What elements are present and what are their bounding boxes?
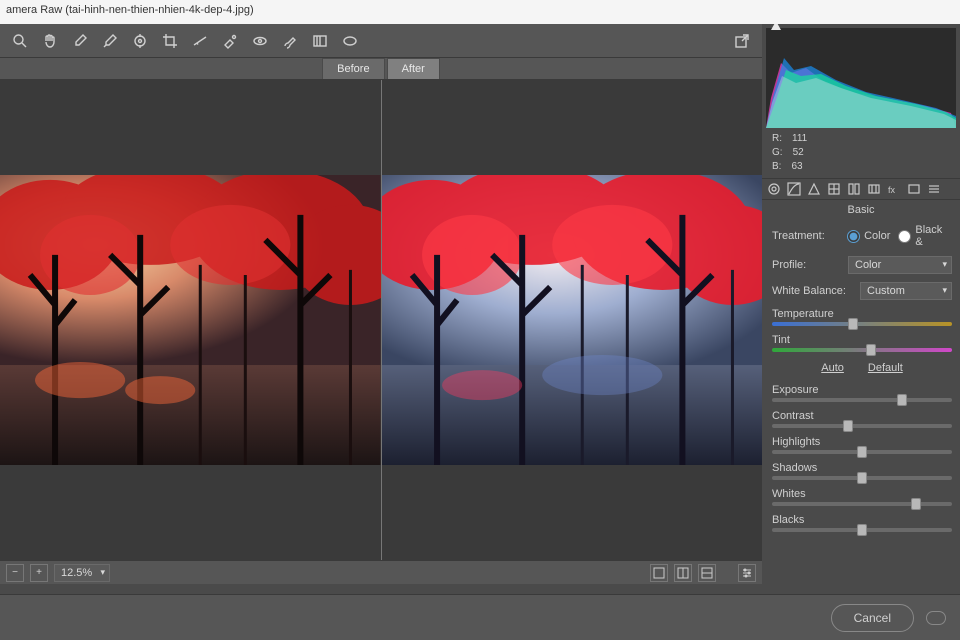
curve-tab-icon[interactable] [786,181,802,197]
done-button[interactable] [926,611,946,625]
auto-link[interactable]: Auto [821,362,844,374]
highlights-slider[interactable]: Highlights [772,436,952,454]
toolbar [0,24,762,58]
view-split-h-icon[interactable] [674,564,692,582]
treatment-bw-radio[interactable]: Black & [898,224,952,248]
lens-tab-icon[interactable] [866,181,882,197]
wb-select[interactable]: Custom [860,282,952,300]
default-link[interactable]: Default [868,362,903,374]
preview-before[interactable] [0,80,381,560]
detail-tab-icon[interactable] [806,181,822,197]
compare-tabs: Before After [0,58,762,80]
rgb-g: 52 [793,146,804,160]
presets-tab-icon[interactable] [926,181,942,197]
title-bar: amera Raw (tai-hinh-nen-thien-nhien-4k-d… [0,0,960,24]
dialog-footer: Cancel [0,594,960,640]
straighten-icon[interactable] [186,27,214,55]
zoom-select[interactable]: 12.5% [54,564,110,582]
panel-title: Basic [762,200,960,220]
profile-select[interactable]: Color [848,256,952,274]
settings-icon[interactable] [738,564,756,582]
profile-row: Profile: Color [772,256,952,274]
temperature-slider[interactable]: Temperature [772,308,952,326]
viewer-footer: − + 12.5% [0,560,762,584]
shadows-slider[interactable]: Shadows [772,462,952,480]
before-tab[interactable]: Before [322,58,384,79]
treatment-color-radio[interactable]: Color [847,230,890,243]
after-image [382,175,763,465]
contrast-slider[interactable]: Contrast [772,410,952,428]
whitebalance-row: White Balance: Custom [772,282,952,300]
hsl-tab-icon[interactable] [826,181,842,197]
crop-tool-icon[interactable] [156,27,184,55]
zoom-out-icon[interactable]: − [6,564,24,582]
after-tab[interactable]: After [387,58,440,79]
tint-slider[interactable]: Tint [772,334,952,352]
preview-split [0,80,762,560]
spot-removal-icon[interactable] [216,27,244,55]
view-single-icon[interactable] [650,564,668,582]
export-icon[interactable] [728,27,756,55]
exposure-slider[interactable]: Exposure [772,384,952,402]
panel-tab-strip: fx [762,178,960,200]
rgb-readout: R:111 G:52 B:63 [762,128,960,178]
sampler-icon[interactable] [96,27,124,55]
zoom-in-icon[interactable]: + [30,564,48,582]
eyedropper-icon[interactable] [66,27,94,55]
viewer-area: Before After [0,24,762,584]
fx-tab-icon[interactable]: fx [886,181,902,197]
basic-panel: Treatment: Color Black & Profile: Color … [762,220,960,584]
blacks-slider[interactable]: Blacks [772,514,952,532]
histogram[interactable] [766,28,956,128]
preview-after[interactable] [381,80,763,560]
side-panel: R:111 G:52 B:63 fx Basic Treatment: Colo… [762,24,960,584]
rgb-r: 111 [792,132,807,146]
treatment-row: Treatment: Color Black & [772,224,952,248]
calib-tab-icon[interactable] [906,181,922,197]
view-split-v-icon[interactable] [698,564,716,582]
cancel-button[interactable]: Cancel [831,604,914,632]
whites-slider[interactable]: Whites [772,488,952,506]
rgb-b: 63 [791,160,802,174]
brush-icon[interactable] [276,27,304,55]
target-adjust-icon[interactable] [126,27,154,55]
auto-default-links: Auto Default [772,360,952,376]
redeye-icon[interactable] [246,27,274,55]
basic-tab-icon[interactable] [766,181,782,197]
before-image [0,175,381,465]
window-title: amera Raw (tai-hinh-nen-thien-nhien-4k-d… [6,4,254,16]
clip-warn-icon[interactable] [770,24,782,32]
radial-icon[interactable] [336,27,364,55]
zoom-tool-icon[interactable] [6,27,34,55]
hand-tool-icon[interactable] [36,27,64,55]
svg-text:fx: fx [888,185,896,195]
split-tab-icon[interactable] [846,181,862,197]
gradient-icon[interactable] [306,27,334,55]
